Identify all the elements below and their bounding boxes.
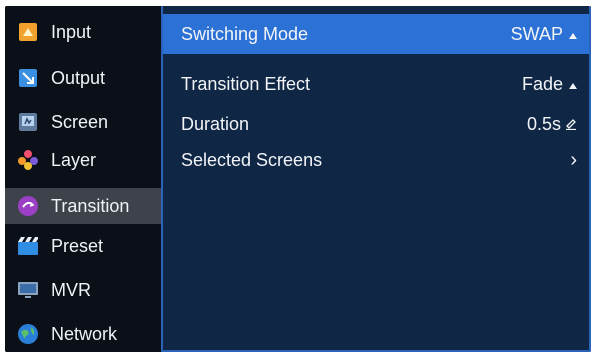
sidebar-item-preset[interactable]: Preset	[5, 228, 161, 264]
setting-row-switching-mode[interactable]: Switching Mode SWAP	[163, 14, 589, 54]
setting-label: Transition Effect	[181, 73, 311, 94]
input-icon	[17, 21, 39, 43]
sidebar-item-output[interactable]: Output	[5, 60, 161, 96]
setting-value-dropdown[interactable]: SWAP	[511, 24, 577, 45]
chevron-right-icon: ›	[570, 149, 577, 171]
setting-value: 0.5s	[526, 113, 561, 134]
sidebar-item-mvr[interactable]: MVR	[5, 272, 161, 308]
sidebar-item-label: Input	[51, 21, 92, 42]
sidebar-item-label: Layer	[51, 149, 97, 170]
mvr-icon	[17, 279, 39, 301]
frame: Input Output Screen Layer Transition Pre…	[0, 0, 596, 354]
sidebar-item-layer[interactable]: Layer	[5, 142, 161, 178]
setting-value-dropdown[interactable]: Fade	[522, 74, 577, 95]
setting-value-submenu[interactable]: ›	[570, 150, 577, 170]
layer-icon	[17, 149, 39, 171]
dropdown-arrow-icon	[569, 33, 577, 39]
setting-row-duration[interactable]: Duration 0.5s	[163, 106, 589, 142]
sidebar: Input Output Screen Layer Transition Pre…	[5, 6, 161, 352]
setting-value-edit[interactable]: 0.5s	[527, 114, 577, 135]
dropdown-arrow-icon	[569, 83, 577, 89]
setting-row-transition-effect[interactable]: Transition Effect Fade	[163, 66, 589, 102]
network-icon	[17, 323, 39, 345]
setting-label: Switching Mode	[181, 23, 309, 44]
output-icon	[17, 67, 39, 89]
settings-panel: Switching Mode SWAP Transition Effect Fa…	[161, 6, 591, 352]
sidebar-item-screen[interactable]: Screen	[5, 104, 161, 140]
transition-icon	[17, 195, 39, 217]
sidebar-item-label: Screen	[51, 111, 109, 132]
setting-value: SWAP	[510, 23, 563, 44]
preset-icon	[17, 235, 39, 257]
sidebar-item-transition[interactable]: Transition	[5, 188, 161, 224]
sidebar-item-label: Network	[51, 323, 118, 344]
sidebar-item-network[interactable]: Network	[5, 316, 161, 352]
device-screen: Input Output Screen Layer Transition Pre…	[5, 6, 591, 352]
sidebar-item-label: MVR	[51, 279, 91, 300]
screen-icon	[17, 111, 39, 133]
edit-icon	[565, 114, 577, 135]
sidebar-item-input[interactable]: Input	[5, 14, 161, 50]
setting-row-selected-screens[interactable]: Selected Screens ›	[163, 142, 589, 178]
setting-label: Selected Screens	[181, 149, 323, 170]
setting-label: Duration	[181, 113, 250, 134]
sidebar-item-label: Output	[51, 67, 106, 88]
setting-value: Fade	[521, 73, 563, 94]
sidebar-item-label: Transition	[51, 195, 130, 216]
sidebar-item-label: Preset	[51, 235, 104, 256]
